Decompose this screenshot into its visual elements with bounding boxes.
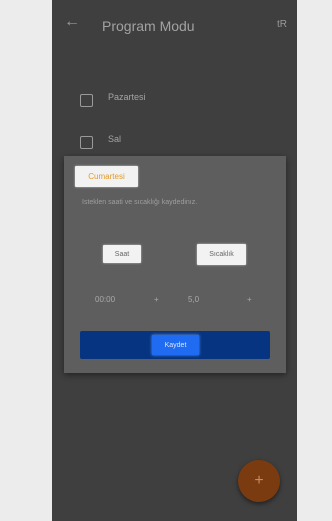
page-title: Program Modu bbox=[102, 18, 195, 34]
language-toggle[interactable]: tR bbox=[277, 19, 287, 30]
temperature-plus-button[interactable]: + bbox=[247, 295, 252, 304]
time-value[interactable]: 00:00 bbox=[95, 295, 115, 304]
hour-label: Saat bbox=[103, 245, 141, 263]
save-button[interactable]: Kaydet bbox=[152, 335, 199, 355]
checkbox-monday[interactable] bbox=[80, 94, 93, 107]
plus-icon: + bbox=[254, 472, 264, 489]
schedule-dialog: Cumartesi Isteklen saati ve sıcaklığı ka… bbox=[64, 156, 286, 373]
arrow-left-icon[interactable]: ← bbox=[64, 14, 80, 30]
dialog-description: Isteklen saati ve sıcaklığı kaydedinız. bbox=[82, 199, 198, 206]
list-item-label: Sal bbox=[108, 134, 122, 144]
time-plus-button[interactable]: + bbox=[154, 295, 159, 304]
list-item-tuesday[interactable]: Sal bbox=[52, 128, 297, 158]
app-bar: ← Program Modu tR bbox=[52, 0, 297, 52]
add-button[interactable]: + bbox=[238, 460, 280, 502]
list-item-label: Pazartesi bbox=[108, 92, 146, 102]
temperature-value[interactable]: 5,0 bbox=[188, 295, 199, 304]
dialog-title: Cumartesi bbox=[75, 166, 138, 187]
temperature-label: Sıcaklık bbox=[197, 244, 246, 265]
list-item-monday[interactable]: Pazartesi bbox=[52, 86, 297, 116]
checkbox-tuesday[interactable] bbox=[80, 136, 93, 149]
save-bar[interactable]: Kaydet bbox=[80, 331, 270, 359]
